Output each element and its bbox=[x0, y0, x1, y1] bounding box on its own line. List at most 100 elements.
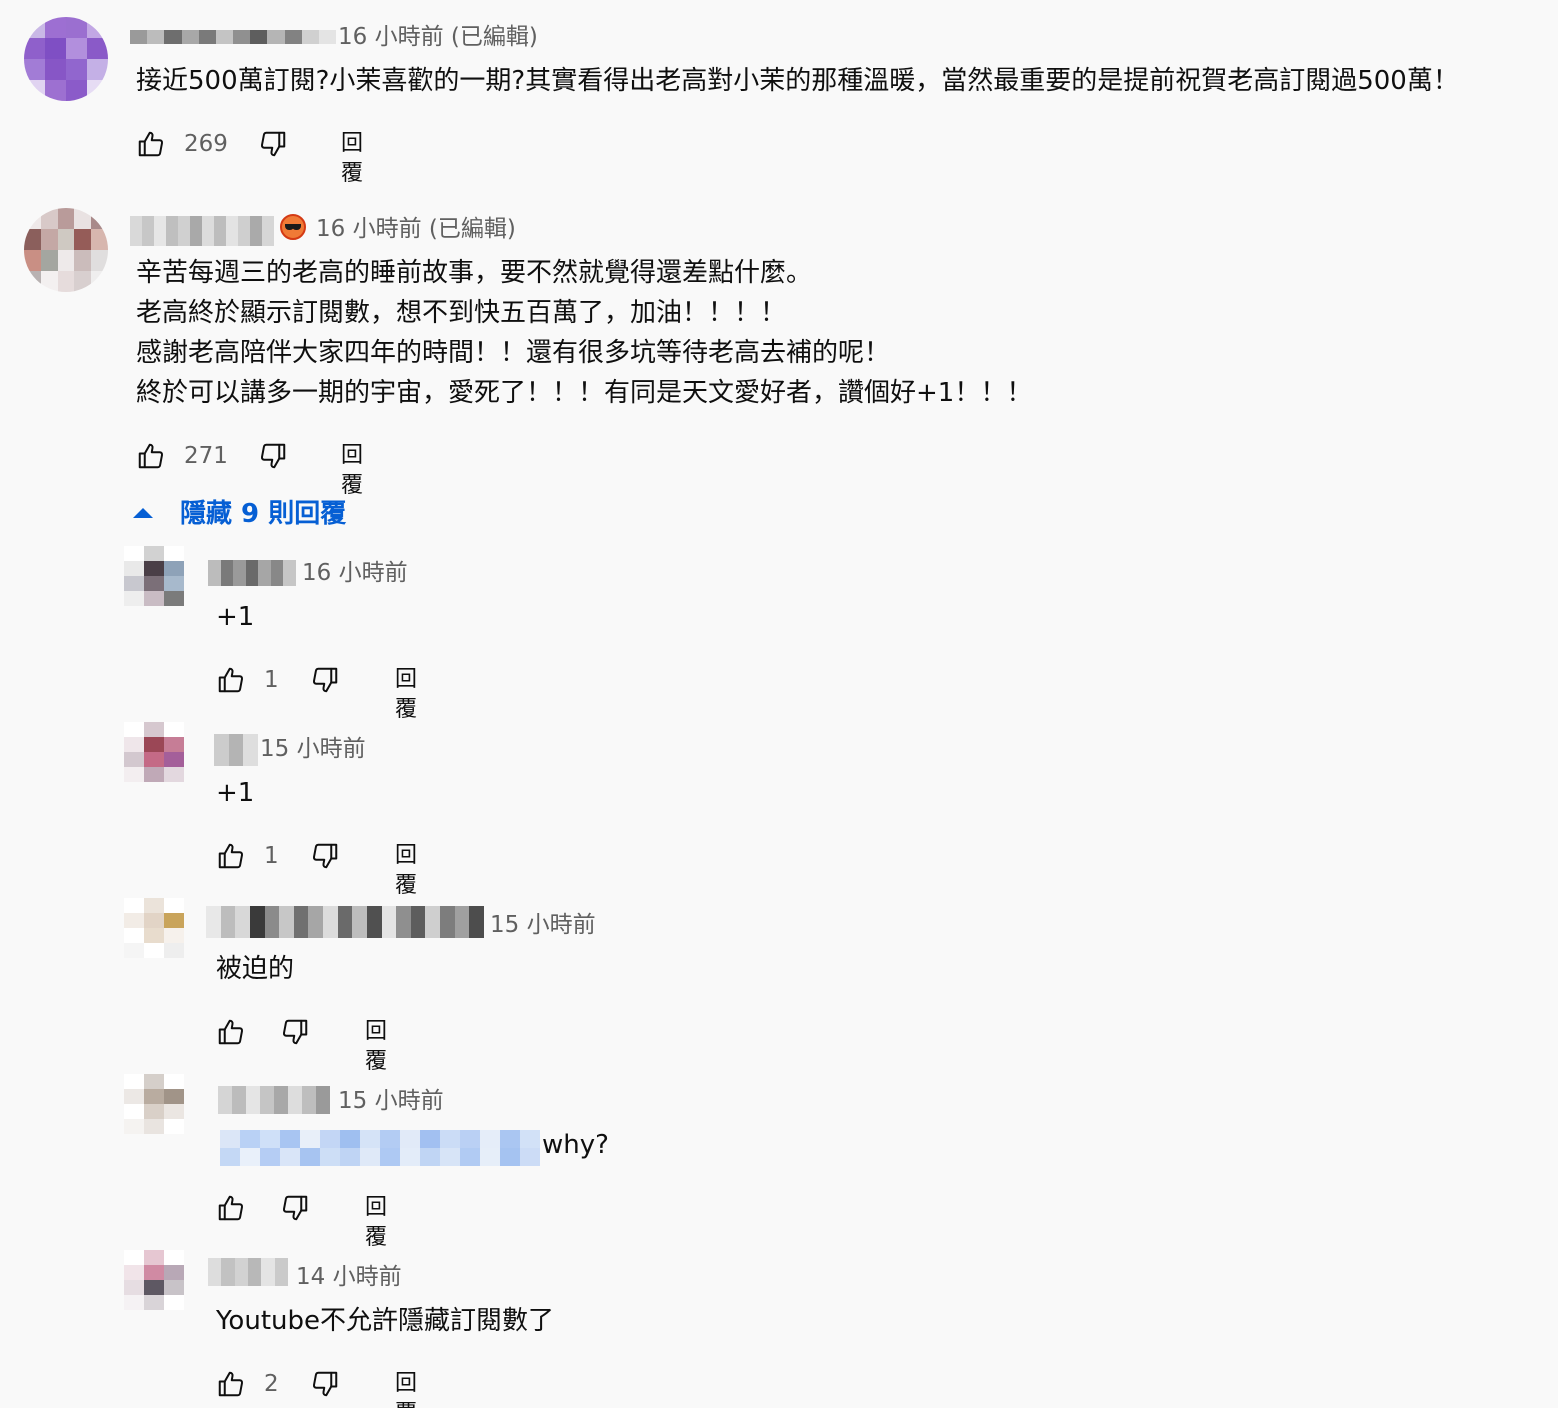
reply-button[interactable]: 回覆 bbox=[341, 441, 363, 501]
reply-timestamp[interactable]: 15 小時前 bbox=[338, 1086, 444, 1116]
like-count: 1 bbox=[264, 843, 279, 869]
author-name[interactable] bbox=[214, 734, 258, 766]
avatar-pixel bbox=[124, 591, 144, 606]
reply-button[interactable]: 回覆 bbox=[341, 129, 363, 189]
avatar-pixel bbox=[124, 1295, 144, 1310]
mention-pixel bbox=[280, 1130, 300, 1148]
thumbs-up-icon[interactable] bbox=[216, 841, 246, 871]
mention-pixel bbox=[280, 1148, 300, 1166]
avatar-pixel bbox=[164, 767, 184, 782]
avatar-pixel bbox=[40, 250, 58, 271]
mention-pixel bbox=[480, 1148, 500, 1166]
avatar-pixel bbox=[66, 80, 87, 101]
reply-button[interactable]: 回覆 bbox=[395, 665, 417, 725]
avatar-pixel bbox=[164, 913, 184, 928]
avatar-pixel bbox=[45, 80, 66, 101]
thumbs-up-icon[interactable] bbox=[216, 665, 246, 695]
name-pixel bbox=[232, 1086, 246, 1114]
comment-timestamp[interactable]: 16 小時前 (已編輯) bbox=[316, 214, 516, 244]
reply-timestamp[interactable]: 15 小時前 bbox=[490, 910, 596, 940]
name-pixel bbox=[261, 1258, 275, 1286]
avatar-pixel bbox=[57, 250, 75, 271]
reply-button[interactable]: 回覆 bbox=[395, 841, 417, 901]
avatar[interactable] bbox=[24, 208, 108, 292]
mention-pixel bbox=[220, 1148, 240, 1166]
mention-pixel bbox=[220, 1130, 240, 1148]
author-name[interactable] bbox=[208, 560, 296, 586]
avatar[interactable] bbox=[124, 722, 184, 782]
mention-pixel bbox=[480, 1130, 500, 1148]
avatar-pixel bbox=[144, 1089, 164, 1104]
avatar[interactable] bbox=[124, 1250, 184, 1310]
name-pixel bbox=[316, 1086, 330, 1114]
avatar-pixel bbox=[124, 943, 144, 958]
thumbs-down-icon[interactable] bbox=[310, 1369, 340, 1399]
comment-timestamp[interactable]: 16 小時前 (已編輯) bbox=[338, 22, 538, 52]
mention-pixel bbox=[360, 1148, 380, 1166]
reply-text: 被迫的 bbox=[216, 954, 295, 984]
avatar-pixel bbox=[45, 38, 66, 59]
avatar-pixel bbox=[24, 208, 41, 229]
name-pixel bbox=[258, 560, 271, 586]
reply-timestamp[interactable]: 14 小時前 bbox=[296, 1262, 402, 1292]
author-name[interactable] bbox=[218, 1086, 330, 1114]
name-pixel bbox=[233, 560, 246, 586]
reply-timestamp[interactable]: 15 小時前 bbox=[260, 734, 366, 764]
name-pixel bbox=[243, 734, 258, 766]
mention-pixel bbox=[460, 1148, 480, 1166]
avatar-pixel bbox=[40, 271, 58, 292]
avatar-pixel bbox=[24, 80, 45, 101]
avatar[interactable] bbox=[124, 898, 184, 958]
name-pixel bbox=[233, 30, 251, 44]
name-pixel bbox=[262, 216, 274, 246]
thumbs-down-icon[interactable] bbox=[310, 665, 340, 695]
avatar-pixel bbox=[57, 271, 75, 292]
name-pixel bbox=[284, 30, 302, 44]
avatar-pixel bbox=[24, 38, 45, 59]
avatar[interactable] bbox=[124, 1074, 184, 1134]
reply-button[interactable]: 回覆 bbox=[395, 1369, 417, 1408]
thumbs-up-icon[interactable] bbox=[216, 1193, 246, 1223]
thumbs-down-icon[interactable] bbox=[258, 129, 288, 159]
thumbs-up-icon[interactable] bbox=[136, 129, 166, 159]
avatar[interactable] bbox=[124, 546, 184, 606]
like-count: 271 bbox=[184, 443, 228, 469]
mention-link[interactable] bbox=[220, 1130, 540, 1166]
thumbs-down-icon[interactable] bbox=[280, 1017, 310, 1047]
author-name[interactable] bbox=[130, 216, 274, 246]
name-pixel bbox=[410, 906, 426, 938]
author-name[interactable] bbox=[208, 1258, 288, 1286]
avatar-pixel bbox=[24, 59, 45, 80]
avatar-pixel bbox=[74, 271, 92, 292]
mention-pixel bbox=[420, 1130, 440, 1148]
avatar-pixel bbox=[144, 898, 164, 913]
avatar-pixel bbox=[87, 80, 108, 101]
name-pixel bbox=[178, 216, 190, 246]
mention-pixel bbox=[500, 1148, 520, 1166]
reply-button[interactable]: 回覆 bbox=[365, 1017, 387, 1077]
avatar-pixel bbox=[124, 1119, 144, 1134]
author-name[interactable] bbox=[206, 906, 484, 938]
mention-pixel bbox=[300, 1130, 320, 1148]
avatar[interactable] bbox=[24, 17, 108, 101]
name-pixel bbox=[147, 30, 165, 44]
avatar-pixel bbox=[40, 229, 58, 250]
reply-timestamp[interactable]: 16 小時前 bbox=[302, 558, 408, 588]
thumbs-down-icon[interactable] bbox=[258, 441, 288, 471]
avatar-pixel bbox=[91, 250, 108, 271]
avatar-pixel bbox=[164, 1265, 184, 1280]
thumbs-down-icon[interactable] bbox=[280, 1193, 310, 1223]
thumbs-down-icon[interactable] bbox=[310, 841, 340, 871]
name-pixel bbox=[250, 216, 262, 246]
avatar-pixel bbox=[124, 1280, 144, 1295]
thumbs-up-icon[interactable] bbox=[136, 441, 166, 471]
name-pixel bbox=[142, 216, 154, 246]
caret-up-icon bbox=[133, 508, 153, 518]
mention-pixel bbox=[440, 1148, 460, 1166]
mention-pixel bbox=[240, 1148, 260, 1166]
thumbs-up-icon[interactable] bbox=[216, 1017, 246, 1047]
author-name[interactable] bbox=[130, 30, 336, 44]
name-pixel bbox=[302, 1086, 316, 1114]
reply-button[interactable]: 回覆 bbox=[365, 1193, 387, 1253]
thumbs-up-icon[interactable] bbox=[216, 1369, 246, 1399]
